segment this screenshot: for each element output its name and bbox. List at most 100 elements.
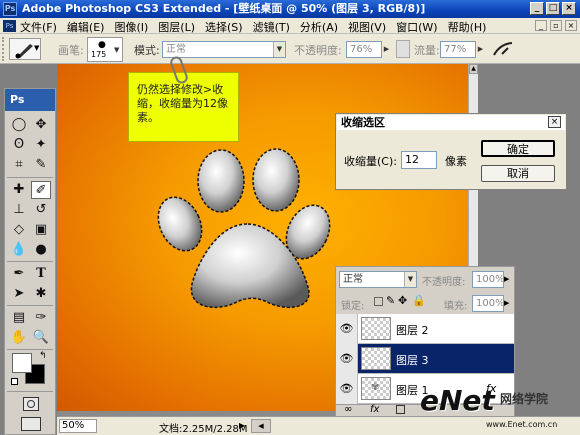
- type-tool-icon[interactable]: T: [31, 265, 51, 283]
- brush-picker[interactable]: ● 175 ▼: [87, 37, 123, 62]
- contract-selection-dialog: 收缩选区 × 收缩量(C): 12 像素 确定 取消: [335, 113, 567, 190]
- menu-edit[interactable]: 编辑(E): [67, 19, 105, 35]
- stamp-tool-icon[interactable]: ⊥: [9, 201, 29, 219]
- flow-field[interactable]: 77%: [440, 41, 476, 58]
- opacity-label: 不透明度:: [294, 44, 342, 57]
- screen-mode-icon[interactable]: [21, 417, 41, 431]
- gradient-tool-icon[interactable]: ▣: [31, 221, 51, 239]
- history-brush-icon[interactable]: ↺: [31, 201, 51, 219]
- cancel-button[interactable]: 取消: [481, 165, 555, 182]
- flow-label: 流量:: [414, 44, 440, 57]
- tool-preset-picker[interactable]: ▼: [9, 38, 41, 60]
- opacity-arrow-icon[interactable]: ▶: [382, 42, 391, 57]
- brush-label: 画笔:: [58, 44, 84, 57]
- zoom-tool-icon[interactable]: 🔍: [31, 329, 51, 347]
- divider: [7, 177, 53, 178]
- layer-row[interactable]: 👁 图层 2: [336, 314, 514, 344]
- magic-wand-icon[interactable]: ✦: [31, 136, 51, 154]
- notes-tool-icon[interactable]: ▤: [9, 309, 29, 327]
- watermark-url: www.Enet.com.cn: [486, 420, 558, 429]
- eye-icon[interactable]: 👁: [336, 344, 358, 374]
- link-layers-icon[interactable]: ∞: [344, 404, 352, 415]
- marquee-tool-icon[interactable]: ◯: [9, 116, 29, 134]
- dialog-close-icon[interactable]: ×: [548, 116, 561, 128]
- brush-size: 175: [91, 50, 107, 59]
- watermark-cn: 网络学院: [500, 392, 549, 406]
- healing-brush-icon[interactable]: ✚: [9, 181, 29, 199]
- menu-view[interactable]: 视图(V): [348, 19, 386, 35]
- menu-help[interactable]: 帮助(H): [448, 19, 487, 35]
- layer-opacity-field[interactable]: 100%: [472, 271, 505, 288]
- layer-opacity-arrow-icon[interactable]: ▶: [504, 275, 509, 283]
- lock-position-icon[interactable]: ✥: [398, 294, 407, 307]
- scroll-up-icon[interactable]: ▲: [469, 64, 478, 74]
- menu-select[interactable]: 选择(S): [205, 19, 243, 35]
- lock-transparency-icon[interactable]: [374, 297, 383, 306]
- foreground-color-swatch[interactable]: [12, 353, 32, 373]
- fill-field[interactable]: 100%: [472, 295, 505, 312]
- opacity-field[interactable]: 76%: [346, 41, 382, 58]
- minimize-button[interactable]: _: [530, 2, 544, 15]
- layer-opacity-label: 不透明度:: [422, 277, 466, 288]
- lock-all-icon[interactable]: 🔒: [412, 294, 426, 307]
- add-mask-icon[interactable]: [396, 405, 405, 414]
- menu-filter[interactable]: 滤镜(T): [253, 19, 290, 35]
- menu-layer[interactable]: 图层(L): [158, 19, 195, 35]
- move-tool-icon[interactable]: ✥: [31, 116, 51, 134]
- slice-tool-icon[interactable]: ✎: [31, 156, 51, 174]
- default-colors-icon[interactable]: [11, 378, 18, 385]
- layer-thumbnail: ✾: [361, 377, 391, 400]
- scroll-left-icon[interactable]: ◀: [251, 419, 271, 433]
- brush-tool-icon[interactable]: ✐: [31, 181, 51, 199]
- eye-icon[interactable]: 👁: [336, 374, 358, 404]
- airbrush-icon[interactable]: [492, 40, 514, 58]
- ps-menu-icon[interactable]: Ps: [3, 20, 16, 32]
- shape-tool-icon[interactable]: ✱: [31, 285, 51, 303]
- flow-arrow-icon[interactable]: ▶: [476, 42, 485, 57]
- menu-analysis[interactable]: 分析(A): [300, 19, 338, 35]
- menu-image[interactable]: 图像(I): [114, 19, 148, 35]
- layer-row-selected[interactable]: 👁 图层 3: [336, 344, 514, 374]
- fill-arrow-icon[interactable]: ▶: [504, 299, 509, 307]
- tutorial-note: 仍然选择修改>收缩，收缩量为12像素。: [128, 54, 239, 142]
- airbrush-toggle[interactable]: [396, 40, 410, 58]
- window-title: Adobe Photoshop CS3 Extended - [壁纸桌面 @ 5…: [22, 2, 426, 15]
- enet-watermark: eNet 网络学院 www.Enet.com.cn: [420, 384, 580, 435]
- menu-file[interactable]: 文件(F): [20, 19, 57, 35]
- contract-amount-input[interactable]: 12: [401, 151, 437, 169]
- doc-minimize-button[interactable]: _: [535, 20, 547, 31]
- pen-tool-icon[interactable]: ✒: [9, 265, 29, 283]
- eyedropper-icon[interactable]: ✑: [31, 309, 51, 327]
- layer-name: 图层 3: [396, 354, 429, 367]
- swap-colors-icon[interactable]: ↰: [39, 351, 47, 361]
- divider: [7, 305, 53, 306]
- brush-tip-icon: ●: [98, 40, 106, 50]
- status-menu-arrow-icon[interactable]: ▶: [239, 421, 245, 430]
- zoom-field[interactable]: 50%: [59, 419, 97, 433]
- menu-bar: Ps 文件(F) 编辑(E) 图像(I) 图层(L) 选择(S) 滤镜(T) 分…: [0, 18, 580, 34]
- eye-icon[interactable]: 👁: [336, 314, 358, 344]
- paw-thumb-icon: ✾: [371, 382, 380, 393]
- mode-select[interactable]: 正常 ▼: [162, 41, 286, 58]
- path-selection-icon[interactable]: ➤: [9, 285, 29, 303]
- blend-mode-select[interactable]: 正常 ▼: [339, 271, 417, 288]
- crop-tool-icon[interactable]: ⌗: [9, 156, 29, 174]
- menu-window[interactable]: 窗口(W): [396, 19, 437, 35]
- layer-thumbnail: [361, 347, 391, 370]
- maximize-button[interactable]: □: [546, 2, 560, 15]
- add-style-icon[interactable]: fx: [370, 404, 379, 415]
- doc-restore-button[interactable]: ▫: [550, 20, 562, 31]
- chevron-down-icon: ▼: [273, 42, 285, 57]
- quick-mask-icon[interactable]: [23, 397, 39, 411]
- lock-pixels-icon[interactable]: ✎: [386, 294, 395, 307]
- lasso-tool-icon[interactable]: ʘ: [9, 136, 29, 154]
- doc-close-button[interactable]: ×: [565, 20, 577, 31]
- blur-tool-icon[interactable]: 💧: [9, 241, 29, 259]
- close-button[interactable]: ×: [562, 2, 576, 15]
- tools-header: Ps: [5, 89, 55, 111]
- ok-button[interactable]: 确定: [481, 140, 555, 157]
- dodge-tool-icon[interactable]: ●: [31, 241, 51, 259]
- hand-tool-icon[interactable]: ✋: [9, 329, 29, 347]
- eraser-tool-icon[interactable]: ◇: [9, 221, 29, 239]
- divider: [7, 261, 53, 262]
